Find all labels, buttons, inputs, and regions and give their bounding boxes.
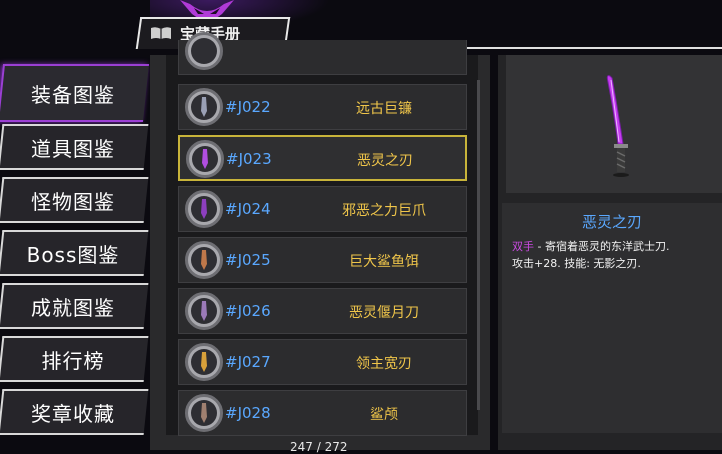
selected-item-description: 双手 - 寄宿着恶灵的东洋武士刀. 攻击+28. 技能: 无影之刃. <box>512 238 717 272</box>
list-item[interactable]: #J027 领主宽刃 <box>178 339 467 385</box>
list-item[interactable]: #J023 恶灵之刃 <box>178 135 467 181</box>
scrollbar-thumb[interactable] <box>477 80 480 410</box>
scythe-icon <box>201 97 207 117</box>
nav-tab-3[interactable]: Boss图鉴 <box>0 230 149 276</box>
claw-icon <box>201 199 207 219</box>
item-name: 远古巨镰 <box>356 101 412 117</box>
item-name: 巨大鲨鱼饵 <box>349 254 419 270</box>
katana-icon <box>202 149 208 169</box>
nav-tab-label: 怪物图鉴 <box>31 189 115 214</box>
nav-tab-label: Boss图鉴 <box>26 242 120 267</box>
list-item[interactable]: #J022 远古巨镰 <box>178 84 467 130</box>
item-medal <box>186 140 224 178</box>
item-medal <box>185 292 223 330</box>
item-code: #J028 <box>225 404 271 422</box>
item-tag: 双手 <box>512 240 534 253</box>
item-code: #J023 <box>226 150 272 168</box>
nav-tab-4[interactable]: 成就图鉴 <box>0 283 149 329</box>
nav-tab-label: 奖章收藏 <box>31 401 115 426</box>
item-name: 鲨颅 <box>370 407 398 423</box>
item-code: #J025 <box>225 251 271 269</box>
book-icon <box>151 27 171 39</box>
item-medal <box>185 190 223 228</box>
item-stats: 攻击+28. 技能: 无影之刃. <box>512 257 641 270</box>
list-item[interactable]: #J025 巨大鲨鱼饵 <box>178 237 467 283</box>
list-item-partial[interactable] <box>178 32 467 75</box>
shark-skull-icon <box>201 403 207 423</box>
nav-tab-6[interactable]: 奖章收藏 <box>0 389 149 435</box>
selected-item-name: 恶灵之刃 <box>581 213 642 231</box>
nav-tab-label: 排行榜 <box>41 348 105 373</box>
nav-tab-label: 道具图鉴 <box>31 136 115 161</box>
nav-tab-label: 装备图鉴 <box>31 82 115 107</box>
item-medal <box>185 241 223 279</box>
glaive-icon <box>201 301 207 321</box>
item-code: #J026 <box>225 302 271 320</box>
collection-counter: 247 / 272 <box>290 440 348 454</box>
item-code: #J027 <box>225 353 271 371</box>
item-medal <box>185 394 223 432</box>
nav-tab-2[interactable]: 怪物图鉴 <box>0 177 149 223</box>
nav-tab-0[interactable]: 装备图鉴 <box>0 64 150 122</box>
nav-tab-1[interactable]: 道具图鉴 <box>0 124 149 170</box>
item-name: 恶灵之刃 <box>357 153 413 169</box>
item-medal <box>185 88 223 126</box>
list-item[interactable]: #J024 邪恶之力巨爪 <box>178 186 467 232</box>
broadblade-icon <box>201 352 207 372</box>
list-item[interactable]: #J028 鲨颅 <box>178 390 467 436</box>
item-code: #J022 <box>225 98 271 116</box>
item-medal <box>185 32 223 70</box>
nav-tab-5[interactable]: 排行榜 <box>0 336 149 382</box>
list-item[interactable]: #J026 恶灵偃月刀 <box>178 288 467 334</box>
nav-tab-label: 成就图鉴 <box>31 295 115 320</box>
item-name: 恶灵偃月刀 <box>349 305 419 321</box>
katana-preview-icon <box>606 75 629 177</box>
bait-icon <box>201 250 207 270</box>
item-description-text: - 寄宿着恶灵的东洋武士刀. <box>534 240 670 253</box>
item-name: 领主宽刃 <box>356 356 412 372</box>
item-name: 邪恶之力巨爪 <box>342 203 426 219</box>
item-medal <box>185 343 223 381</box>
item-code: #J024 <box>225 200 271 218</box>
